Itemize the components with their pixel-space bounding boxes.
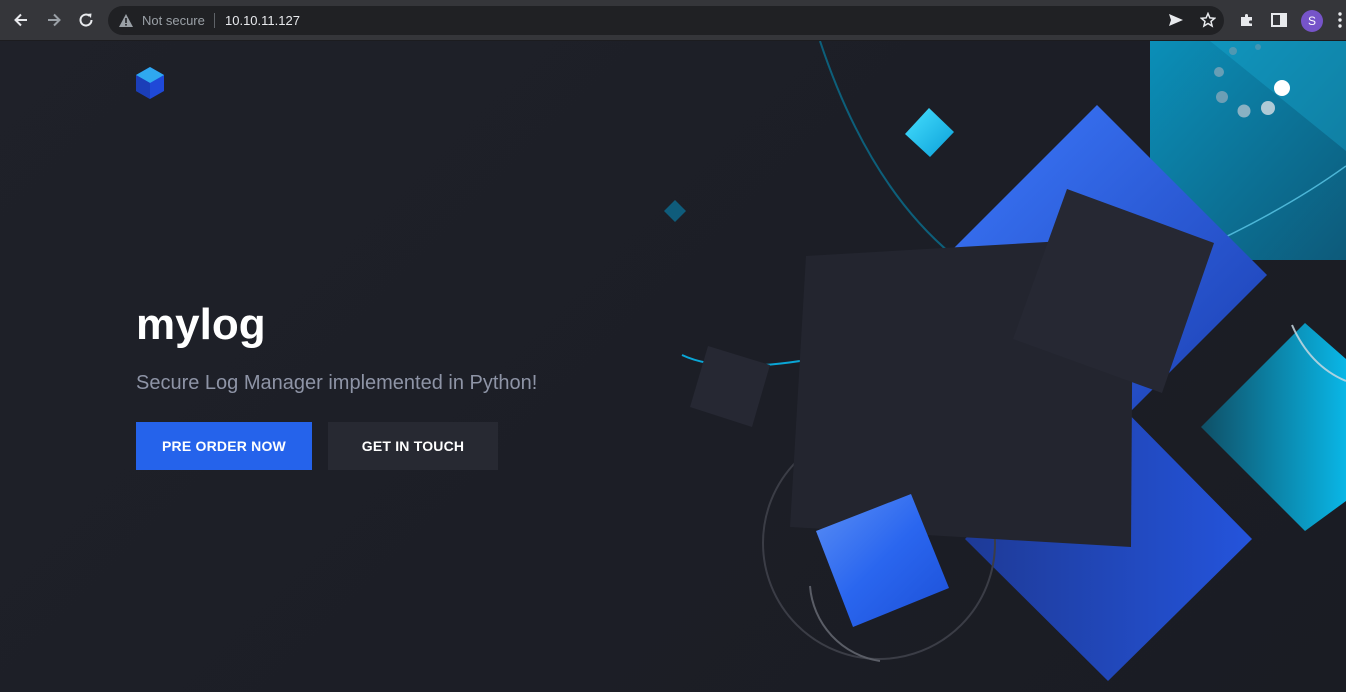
browser-toolbar: Not secure 10.10.11.127 S <box>0 0 1346 41</box>
cyan-gem <box>905 108 954 157</box>
arc-line <box>819 41 961 262</box>
hero-subtitle: Secure Log Manager implemented in Python… <box>136 372 538 394</box>
security-label: Not secure <box>142 13 205 28</box>
dot <box>1261 101 1275 115</box>
separator <box>214 13 215 28</box>
dark-square <box>690 346 770 427</box>
dot <box>1274 80 1290 96</box>
pre-order-button[interactable]: PRE ORDER NOW <box>136 422 312 470</box>
dot <box>1255 44 1261 50</box>
hero-illustration <box>664 41 1346 681</box>
profile-avatar[interactable]: S <box>1301 10 1323 32</box>
address-bar[interactable]: Not secure 10.10.11.127 <box>108 6 1224 35</box>
dot <box>1237 104 1251 118</box>
dot <box>1229 47 1237 55</box>
back-arrow-icon[interactable] <box>8 7 34 33</box>
small-gem <box>664 200 686 222</box>
send-icon[interactable] <box>1163 7 1189 33</box>
dot <box>1216 91 1228 103</box>
more-icon[interactable] <box>1334 7 1346 33</box>
reload-icon[interactable] <box>73 7 99 33</box>
star-icon[interactable] <box>1195 7 1221 33</box>
warning-icon <box>118 13 134 33</box>
logo-icon[interactable] <box>136 67 164 99</box>
extensions-icon[interactable] <box>1234 7 1260 33</box>
dot <box>1214 67 1224 77</box>
page-content: mylog Secure Log Manager implemented in … <box>0 41 1346 692</box>
url-text[interactable]: 10.10.11.127 <box>225 13 300 28</box>
sidepanel-icon[interactable] <box>1266 7 1292 33</box>
forward-arrow-icon[interactable] <box>41 7 67 33</box>
hero-title: mylog <box>136 300 266 349</box>
cyan-diamond <box>1201 323 1346 531</box>
get-in-touch-button[interactable]: GET IN TOUCH <box>328 422 498 470</box>
